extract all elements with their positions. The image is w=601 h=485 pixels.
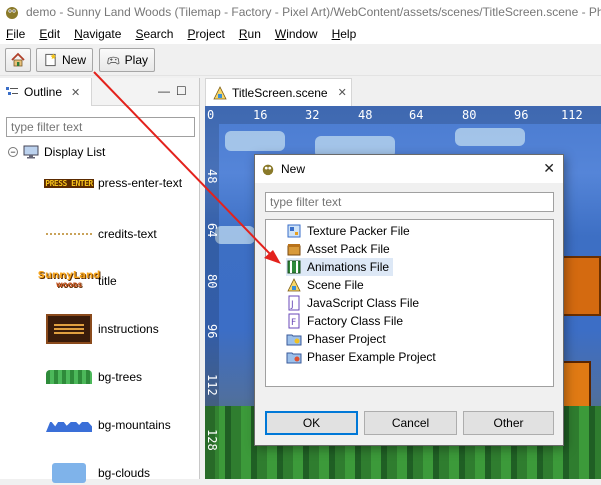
dialog-filter-input[interactable] bbox=[265, 192, 554, 212]
list-item-javascript-class[interactable]: J JavaScript Class File bbox=[286, 294, 423, 312]
list-item[interactable]: instructions bbox=[44, 314, 159, 344]
wizard-list: Texture Packer File Asset Pack File Anim… bbox=[265, 219, 554, 387]
list-item-phaser-example-project[interactable]: Phaser Example Project bbox=[286, 348, 440, 366]
list-item-label: instructions bbox=[98, 322, 159, 336]
maximize-icon[interactable]: ☐ bbox=[176, 84, 187, 98]
editor-tab-label: TitleScreen.scene bbox=[232, 85, 328, 100]
outline-tab-row: Outline ✕ — ☐ bbox=[0, 78, 199, 106]
title-thumbnail: SunnyLand WOODS bbox=[37, 270, 101, 290]
new-button[interactable]: New bbox=[36, 48, 93, 72]
phaser-project-icon bbox=[286, 331, 302, 347]
list-item-label: bg-trees bbox=[98, 370, 143, 384]
gamepad-icon bbox=[107, 56, 120, 65]
tree-root-display-list[interactable]: − Display List bbox=[8, 142, 105, 162]
list-item[interactable]: bg-clouds bbox=[44, 461, 150, 485]
home-button[interactable] bbox=[5, 48, 31, 72]
cloud-sprite bbox=[215, 226, 255, 244]
app-logo-icon bbox=[262, 164, 274, 176]
scene-file-icon bbox=[286, 277, 302, 293]
editor-tab-bar: TitleScreen.scene ✕ bbox=[205, 78, 601, 106]
minimize-icon[interactable]: — bbox=[158, 84, 170, 98]
list-item-texture-packer[interactable]: Texture Packer File bbox=[286, 222, 414, 240]
new-file-icon bbox=[45, 53, 57, 67]
close-icon[interactable]: ✕ bbox=[71, 86, 80, 99]
list-item-label: credits-text bbox=[98, 227, 157, 241]
home-icon bbox=[11, 52, 25, 67]
tab-outline[interactable]: Outline ✕ bbox=[0, 78, 92, 106]
press-enter-thumbnail: PRESS ENTER bbox=[44, 178, 94, 188]
list-item-animations-file[interactable]: Animations File bbox=[286, 258, 394, 276]
menu-bar: File Edit Navigate Search Project Run Wi… bbox=[0, 24, 601, 44]
list-item-scene-file[interactable]: Scene File bbox=[286, 276, 368, 294]
svg-text:F: F bbox=[291, 318, 296, 328]
menu-project[interactable]: Project bbox=[187, 24, 224, 44]
other-button[interactable]: Other bbox=[463, 411, 554, 435]
instructions-thumbnail bbox=[44, 314, 94, 344]
play-button-label: Play bbox=[124, 53, 148, 67]
svg-text:J: J bbox=[290, 300, 294, 310]
list-item[interactable]: credits-text bbox=[44, 222, 157, 246]
list-item-phaser-project[interactable]: Phaser Project bbox=[286, 330, 390, 348]
credits-thumbnail bbox=[44, 233, 94, 235]
menu-edit[interactable]: Edit bbox=[39, 24, 60, 44]
cloud-sprite bbox=[225, 131, 285, 151]
menu-run[interactable]: Run bbox=[239, 24, 261, 44]
list-item-label: bg-clouds bbox=[98, 466, 151, 480]
new-button-label: New bbox=[61, 53, 86, 67]
close-icon[interactable]: ✕ bbox=[338, 86, 347, 99]
list-item[interactable]: PRESS ENTER press-enter-text bbox=[44, 171, 182, 195]
toolbar: New Play bbox=[0, 44, 601, 76]
phaser-example-project-icon bbox=[286, 349, 302, 365]
window-title: demo - Sunny Land Woods (Tilemap - Facto… bbox=[26, 5, 601, 19]
cloud-sprite bbox=[455, 128, 525, 146]
title-bar: demo - Sunny Land Woods (Tilemap - Facto… bbox=[0, 0, 601, 24]
list-item-label: press-enter-text bbox=[98, 176, 183, 190]
list-item-label: bg-mountains bbox=[98, 418, 171, 432]
list-item-asset-pack[interactable]: Asset Pack File bbox=[286, 240, 394, 258]
bg-trees-thumbnail bbox=[44, 370, 94, 384]
close-icon[interactable]: ✕ bbox=[543, 160, 555, 177]
asset-pack-icon bbox=[286, 241, 302, 257]
collapse-icon[interactable]: − bbox=[8, 147, 18, 157]
list-item[interactable]: bg-mountains bbox=[44, 413, 171, 437]
app-logo-icon bbox=[6, 7, 18, 19]
animations-file-icon bbox=[286, 259, 302, 275]
ok-button[interactable]: OK bbox=[265, 411, 358, 435]
list-item-factory-class[interactable]: F Factory Class File bbox=[286, 312, 407, 330]
menu-navigate[interactable]: Navigate bbox=[74, 24, 121, 44]
ruler-vertical: 48 64 80 96 112 128 bbox=[205, 124, 219, 479]
menu-file[interactable]: File bbox=[6, 24, 25, 44]
menu-window[interactable]: Window bbox=[275, 24, 318, 44]
dialog-title: New bbox=[281, 162, 306, 176]
scene-file-icon bbox=[213, 85, 227, 99]
factory-class-icon: F bbox=[286, 313, 302, 329]
texture-packer-icon bbox=[286, 223, 302, 239]
list-item[interactable]: bg-trees bbox=[44, 365, 142, 389]
bg-clouds-thumbnail bbox=[44, 463, 94, 483]
list-item-label: title bbox=[98, 274, 117, 288]
bg-mountains-thumbnail bbox=[44, 418, 94, 432]
outline-icon bbox=[6, 87, 18, 95]
tree-root-label: Display List bbox=[44, 145, 106, 159]
menu-help[interactable]: Help bbox=[332, 24, 357, 44]
monitor-icon bbox=[23, 145, 39, 159]
list-item[interactable]: SunnyLand WOODS title bbox=[37, 269, 117, 293]
tab-outline-label: Outline bbox=[24, 85, 63, 99]
dialog-title-bar: New bbox=[255, 155, 563, 183]
cancel-button[interactable]: Cancel bbox=[364, 411, 457, 435]
play-button[interactable]: Play bbox=[99, 48, 155, 72]
ruler-horizontal: 0 16 32 48 64 80 96 112 bbox=[205, 106, 601, 124]
javascript-class-icon: J bbox=[286, 295, 302, 311]
menu-search[interactable]: Search bbox=[135, 24, 173, 44]
new-dialog: New ✕ Texture Packer File Asset Pack Fil… bbox=[254, 154, 564, 446]
tab-titlescreen-scene[interactable]: TitleScreen.scene ✕ bbox=[205, 78, 352, 106]
outline-filter-input[interactable] bbox=[6, 117, 195, 137]
outline-panel: Outline ✕ — ☐ − Display List PRESS ENTER… bbox=[0, 78, 200, 483]
